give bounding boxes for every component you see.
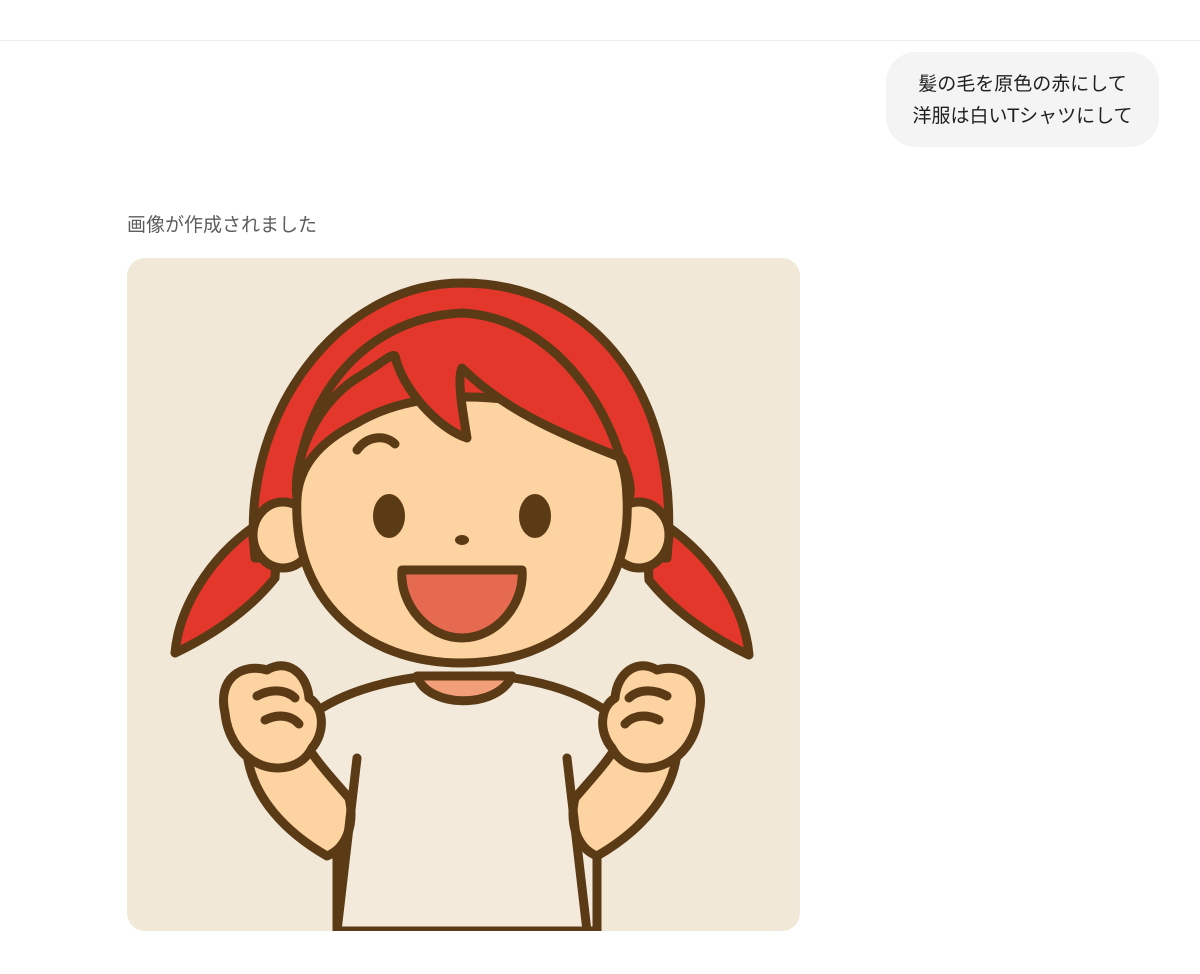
girl-illustration [170, 278, 754, 931]
user-message-line-1: 髪の毛を原色の赤にして [918, 72, 1127, 95]
user-message-bubble: 髪の毛を原色の赤にして 洋服は白いTシャツにして [886, 52, 1159, 147]
top-divider [0, 40, 1200, 41]
right-eye [519, 494, 551, 538]
collar [412, 671, 517, 706]
nose [455, 535, 469, 545]
user-message-line-2: 洋服は白いTシャツにして [912, 104, 1133, 127]
left-eye [373, 494, 405, 538]
image-created-status: 画像が作成されました [127, 214, 318, 236]
generated-image[interactable] [127, 258, 800, 931]
